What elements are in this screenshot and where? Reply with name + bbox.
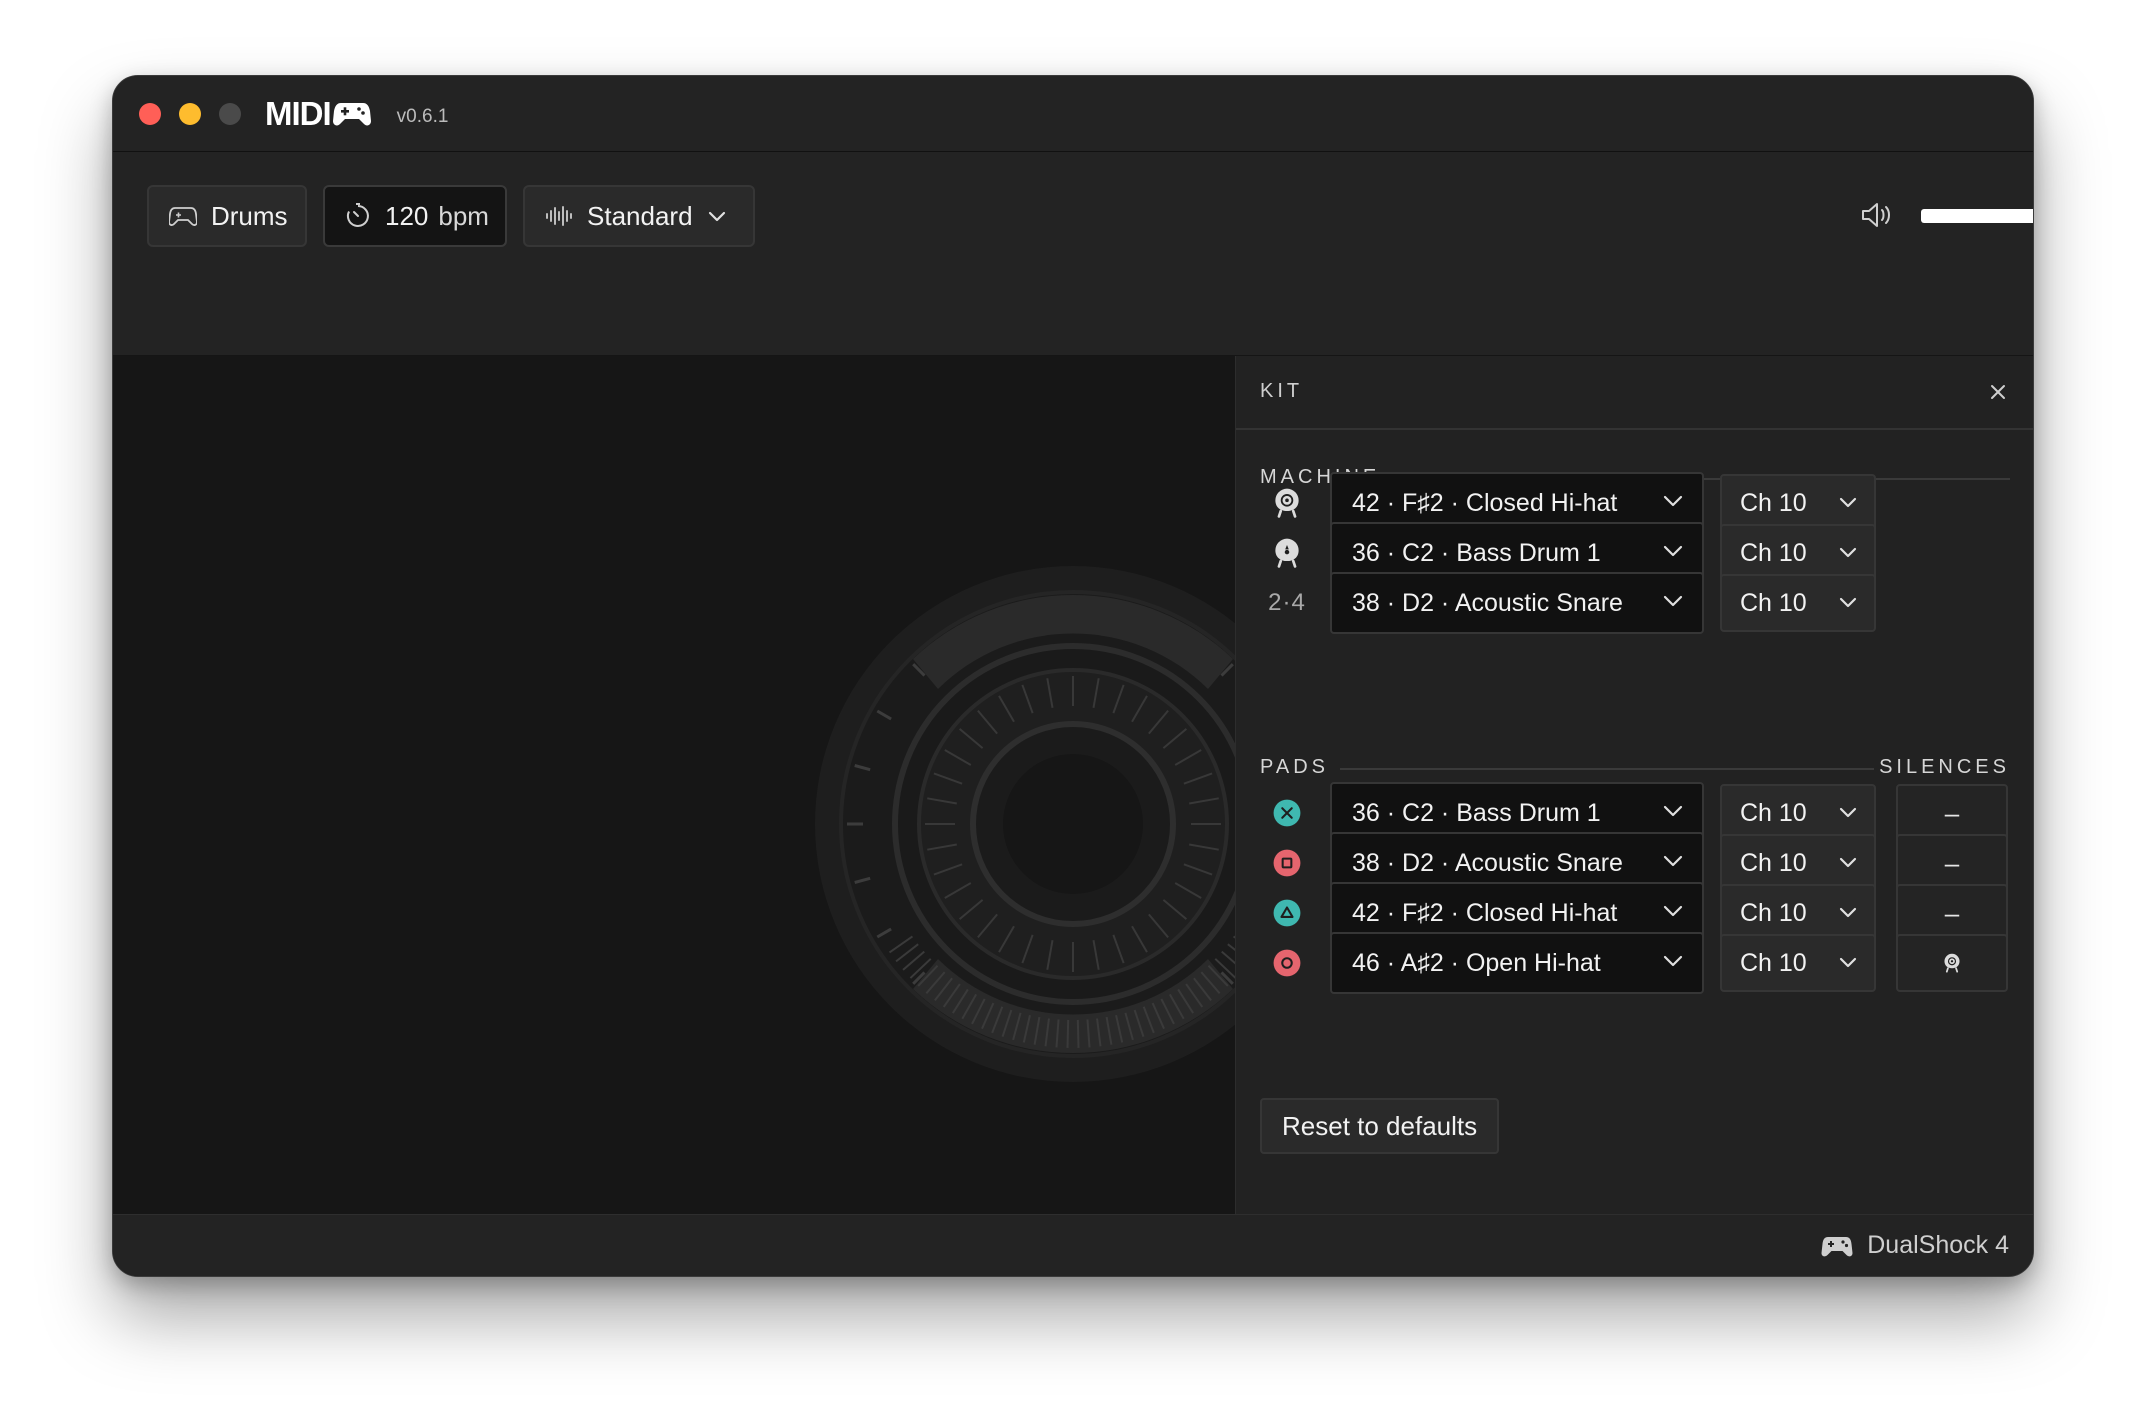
note-select[interactable]: 46 · A♯2 · Open Hi-hat [1330,932,1704,994]
chevron-down-icon [1663,905,1683,917]
channel-select-value: Ch 10 [1740,538,1807,567]
channel-select[interactable]: Ch 10 [1720,934,1876,992]
kit-panel-header: KIT [1236,356,2033,430]
dial-tick [1076,1019,1080,1048]
note-select-value: 42 · F♯2 · Closed Hi-hat [1352,488,1618,517]
note-select-value: 36 · C2 · Bass Drum 1 [1352,538,1601,567]
gyro-sensor-icon [1944,953,1960,973]
note-select-value: 36 · C2 · Bass Drum 1 [1352,798,1601,827]
reset-to-defaults-button[interactable]: Reset to defaults [1260,1098,1500,1154]
silence-value: – [1944,797,1960,828]
note-select-value: 38 · D2 · Acoustic Snare [1352,588,1623,617]
gamepad-icon [169,207,197,226]
row-trigger-icon [1268,944,1306,982]
note-select-value: 46 · A♯2 · Open Hi-hat [1352,948,1601,977]
touchpad-sensor-icon [1275,538,1299,568]
channel-select-value: Ch 10 [1740,588,1807,617]
channel-select[interactable]: Ch 10 [1720,574,1876,632]
status-bar: DualShock 4 [113,1214,2033,1276]
app-window: MIDI v0.6.1 Drums 120 bpm Standard KIT M… [112,75,2034,1277]
mode-label: Drums [211,200,288,231]
kit-row: 46 · A♯2 · Open Hi-hat Ch 10 [1236,932,2033,994]
close-window-button[interactable] [139,103,161,125]
visualizer-stage [113,356,1235,1276]
tempo-field[interactable]: 120 bpm [323,185,507,247]
beat-pattern-label: 2·4 [1268,589,1306,616]
gamepad-logo-icon [332,103,371,126]
minimize-window-button[interactable] [179,103,201,125]
channel-select-value: Ch 10 [1740,848,1807,877]
toolbar [113,152,2033,356]
kit-row: 2·4 38 · D2 · Acoustic Snare Ch 10 [1236,572,2033,634]
drum-dial-graphic [815,566,1235,1082]
note-select-value: 42 · F♯2 · Closed Hi-hat [1352,898,1618,927]
circle-button-icon [1273,949,1301,977]
note-select-value: 38 · D2 · Acoustic Snare [1352,848,1623,877]
app-name-text: MIDI [265,95,332,132]
device-name: DualShock 4 [1867,1231,2009,1259]
connected-device: DualShock 4 [1821,1231,2009,1260]
chevron-down-icon [1663,805,1683,817]
channel-select-value: Ch 10 [1740,898,1807,927]
silence-toggle-button[interactable] [1896,934,2008,992]
app-name: MIDI [265,95,371,133]
chevron-down-icon [1839,547,1857,558]
chevron-down-icon [1663,855,1683,867]
volume-slider-fill [1921,209,2033,223]
close-icon[interactable] [1986,380,2010,404]
chevron-down-icon [708,211,725,222]
row-trigger-icon [1268,484,1306,522]
chevron-down-icon [1663,545,1683,557]
channel-select-value: Ch 10 [1740,488,1807,517]
pads-section-label: PADS [1260,756,1329,778]
square-button-icon [1273,849,1301,877]
row-trigger-icon [1268,844,1306,882]
silence-value: – [1944,897,1960,928]
cross-button-icon [1273,799,1301,827]
dial-tick [1066,1019,1070,1048]
chevron-down-icon [1663,595,1683,607]
row-trigger-icon [1268,894,1306,932]
row-trigger-icon [1268,794,1306,832]
preset-label: Standard [587,200,693,231]
kit-panel: KIT MACHINE 42 · F♯2 · Closed Hi-hat Ch 1… [1235,356,2033,1276]
kit-panel-title: KIT [1260,380,1304,402]
channel-select-value: Ch 10 [1740,948,1807,977]
volume-slider[interactable] [1921,209,2033,223]
chevron-down-icon [1663,955,1683,967]
metronome-timer-icon [346,203,369,227]
silence-value: – [1944,847,1960,878]
tempo-unit: bpm [438,200,489,231]
waveform-icon [546,206,572,226]
gyro-sensor-icon [1275,488,1299,518]
title-bar: MIDI v0.6.1 [113,76,2033,152]
tempo-value: 120 [385,200,429,231]
app-title: MIDI v0.6.1 [265,92,448,136]
reset-button-label: Reset to defaults [1282,1110,1478,1141]
zoom-window-button[interactable] [219,103,241,125]
pads-divider [1340,768,1874,770]
row-trigger-icon [1268,534,1306,572]
gamepad-icon [1821,1236,1853,1256]
chevron-down-icon [1839,497,1857,508]
chevron-down-icon [1839,957,1857,968]
chevron-down-icon [1839,597,1857,608]
silences-label: SILENCES [1879,756,2010,778]
chevron-down-icon [1663,495,1683,507]
app-version: v0.6.1 [396,106,449,127]
chevron-down-icon [1839,907,1857,918]
chevron-down-icon [1839,807,1857,818]
channel-select-value: Ch 10 [1740,798,1807,827]
speaker-volume-icon[interactable] [1859,200,1895,230]
row-trigger-icon: 2·4 [1268,584,1306,622]
triangle-button-icon [1273,899,1301,927]
chevron-down-icon [1839,857,1857,868]
mode-button[interactable]: Drums [147,185,307,247]
note-select[interactable]: 38 · D2 · Acoustic Snare [1330,572,1704,634]
preset-dropdown[interactable]: Standard [523,185,755,247]
